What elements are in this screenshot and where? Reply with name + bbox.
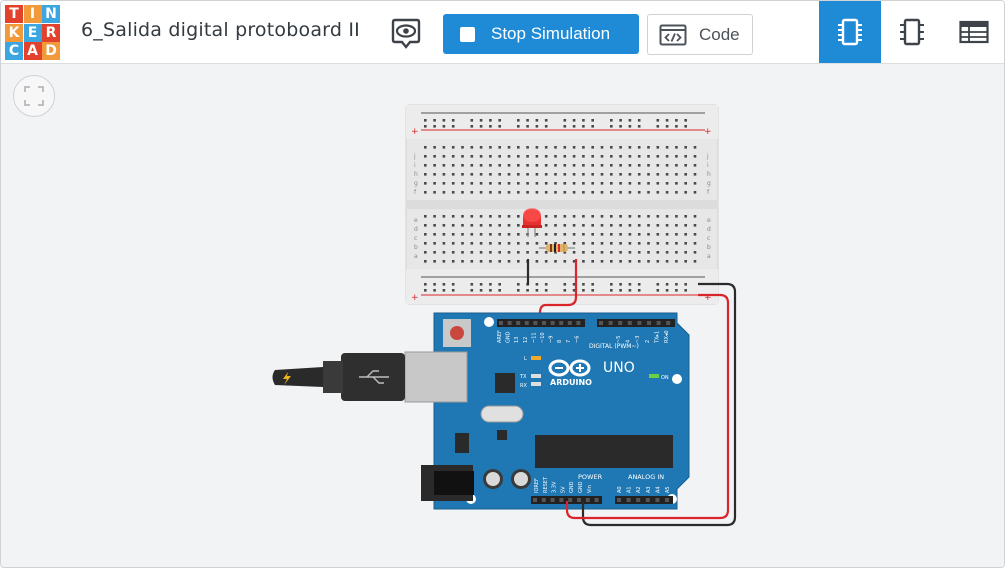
top-toolbar: TIN KER CAD 6_Salida digital protoboard II… [1,1,1004,64]
board-led-label: L [524,356,527,362]
project-title[interactable]: 6_Salida digital protoboard II [81,19,360,41]
digital-pin-label: 4 [626,340,632,343]
breadboard-row-label: b [414,244,418,251]
code-editor-icon [659,24,687,45]
breadboard-row-label: d [414,226,418,233]
digital-pin-label: 12 [523,337,529,343]
analog-pin-label: A0 [617,486,623,493]
digital-pin-label: ~6 [574,336,580,343]
arduino-brand-text: ARDUINO [550,378,592,387]
eye-icon [391,18,421,49]
digital-pin-label: GND [506,331,512,343]
digital-pin-label: ~9 [549,336,555,343]
digital-header-label: DIGITAL (PWM~) [589,343,639,350]
breadboard-row-label: a [707,253,711,260]
schematic-view-button[interactable] [819,1,881,63]
logo-letter: A [23,42,42,60]
breadboard-row-label: c [707,235,710,242]
digital-pin-label: 8 [557,340,563,343]
netlist-table-button[interactable] [943,1,1004,63]
analog-pin-label: A5 [665,486,671,493]
circuit-view-icon [838,18,862,46]
logo-letter: I [23,5,42,23]
digital-pin-label: RX◂0 [664,330,670,343]
logo-letter: E [23,23,42,42]
analog-pin-label: A4 [655,486,661,493]
tinkercad-logo[interactable]: TIN KER CAD [5,5,60,60]
code-button[interactable]: Code [647,14,753,55]
analog-pin-label: A3 [646,486,652,493]
breadboard-row-label: c [414,235,417,242]
power-pin-label: IOREF [534,478,540,493]
stop-simulation-label: Stop Simulation [491,24,611,43]
arduino-model-text: UNO [603,360,635,376]
component-list-button[interactable] [881,1,943,63]
logo-letter: C [5,42,23,60]
analog-header-label: ANALOG IN [628,473,664,481]
digital-pin-label: AREF [497,330,503,343]
stop-icon [460,26,475,42]
simulation-canvas[interactable]: + + + + jjiihhggffeeddccbbaa ARDUINO UNO… [1,64,1004,567]
board-led-label: ON [661,375,669,381]
power-pin-label: Vin [587,485,593,493]
stop-simulation-button[interactable]: Stop Simulation [443,14,639,54]
breadboard-row-label: e [707,217,711,224]
breadboard[interactable]: + + + + j ji ih hg gf fe ed dc cb ba a [405,104,719,305]
breadboard-row-label: h [414,171,418,178]
digital-pin-label: 7 [566,340,572,343]
logo-letter: N [42,5,60,23]
breadboard-row-label: b [707,244,711,251]
analog-pin-label: A1 [627,486,633,493]
positive-rail-mark: + [411,293,419,303]
visibility-button[interactable] [389,17,423,51]
breadboard-row-label: g [414,180,418,187]
positive-rail-mark: + [411,127,419,137]
analog-pin-label: A2 [636,486,642,493]
power-pin-label: GND [569,481,575,493]
digital-pin-label: ~11 [531,332,537,343]
breadboard-row-label: e [414,217,418,224]
logo-letter: K [5,23,23,42]
breadboard-row-label: j [413,153,416,160]
board-led-label: RX [520,383,527,389]
arduino-uno-board[interactable]: ARDUINO UNO DIGITAL (PWM~) POWER ANALOG … [421,312,690,510]
code-label: Code [699,24,740,44]
power-pin-label: 3.3V [552,481,558,493]
logo-letter: R [42,23,60,42]
breadboard-row-label: d [707,226,711,233]
digital-pin-label: ~5 [616,336,622,343]
board-led-label: TX [519,374,527,380]
breadboard-row-label: a [414,253,418,260]
positive-rail-mark: + [704,127,712,137]
power-pin-label: GND [578,481,584,493]
breadboard-row-label: j [706,153,709,160]
breadboard-row-label: h [707,171,711,178]
digital-pin-label: 13 [514,337,520,343]
digital-pin-label: TX▸1 [654,331,660,344]
logo-letter: T [5,5,23,23]
logo-letter: D [42,42,60,60]
table-icon [959,20,989,44]
power-pin-label: 5V [560,486,566,493]
digital-pin-label: ~10 [540,332,546,343]
circuit-diagram[interactable]: + + + + j ji ih hg gf fe ed dc cb ba a A… [1,64,1004,567]
digital-pin-label: 2 [645,340,651,343]
power-pin-label: RESET [543,476,549,493]
power-header-label: POWER [578,473,603,481]
digital-pin-label: ~3 [635,336,641,343]
breadboard-row-label: g [707,180,711,187]
tinkercad-window: TIN KER CAD 6_Salida digital protoboard II… [0,0,1005,568]
usb-cable[interactable] [272,351,468,403]
chip-icon [900,18,924,46]
